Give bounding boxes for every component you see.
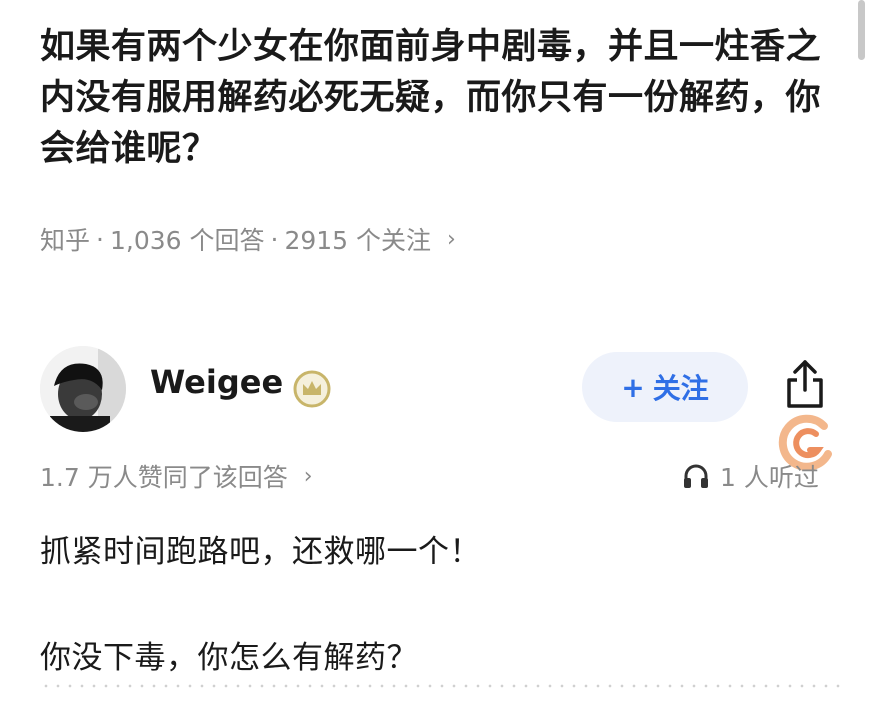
avatar[interactable] [40,346,126,432]
divider [40,684,840,688]
chevron-right-icon: › [303,463,313,489]
listen-text: 1 人听过 [720,463,819,492]
separator: · [96,224,104,254]
answers-count: 1,036 个回答 [109,226,265,255]
question-title[interactable]: 如果有两个少女在你面前身中剧毒，并且一炷香之内没有服用解药必死无疑，而你只有一份… [40,22,830,175]
chevron-right-icon: › [447,226,456,252]
question-meta[interactable]: 知乎 · 1,036 个回答 · 2915 个关注 › [40,222,456,256]
follow-label: 关注 [652,372,709,405]
author-name[interactable]: Weigee [150,363,283,401]
plus-icon: + [621,370,645,404]
answer-paragraph: 抓紧时间跑路吧，还救哪一个！ [40,534,481,570]
scrollbar[interactable] [858,0,865,60]
listen-count[interactable]: 1 人听过 [682,458,819,494]
headphone-icon [684,464,708,488]
answer-paragraph: 你没下毒，你怎么有解药？ [40,640,418,676]
follow-button[interactable]: + 关注 [582,352,748,422]
likes-text: 1.7 万人赞同了该回答 [40,463,288,492]
share-icon[interactable] [782,358,828,410]
likes-meta[interactable]: 1.7 万人赞同了该回答 › [40,458,313,494]
separator: · [270,224,279,254]
source-label: 知乎 [40,226,91,255]
badge-icon [293,370,331,408]
followers-count: 2915 个关注 [284,226,432,255]
